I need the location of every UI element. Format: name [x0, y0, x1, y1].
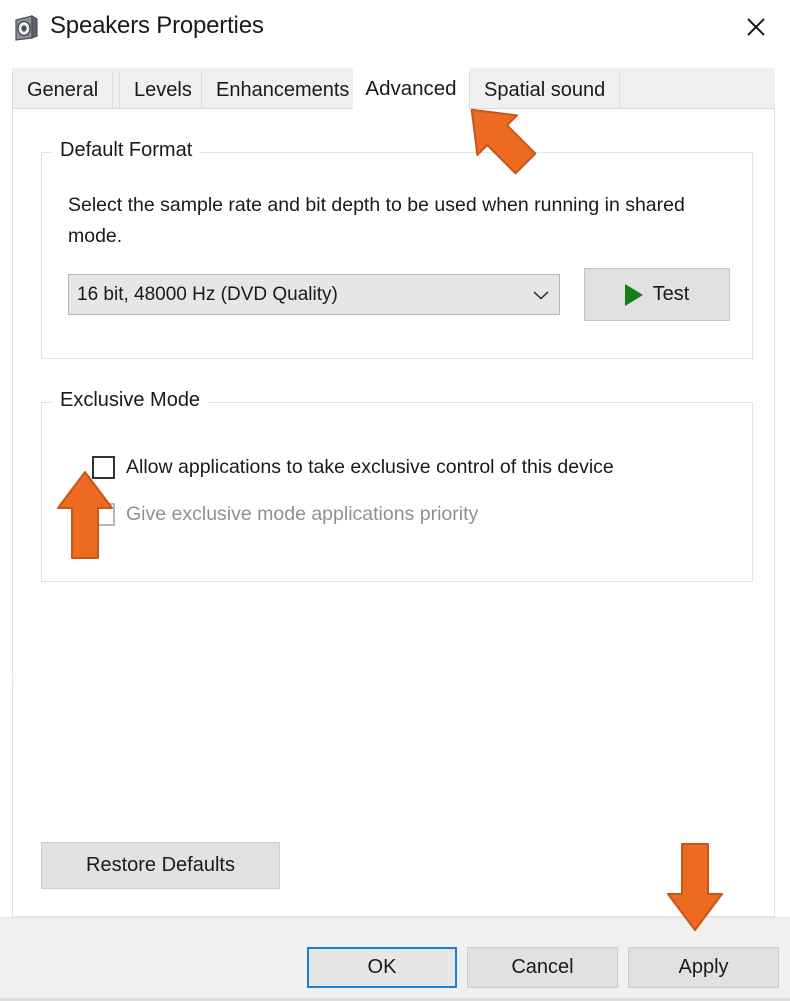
default-format-description: Select the sample rate and bit depth to …: [68, 194, 685, 247]
default-format-legend: Default Format: [52, 139, 201, 162]
exclusive-mode-group: Exclusive Mode Allow applications to tak…: [41, 389, 753, 582]
speaker-icon: [13, 14, 39, 42]
chevron-down-icon: [523, 289, 559, 301]
default-format-group: Default Format Select the sample rate an…: [41, 139, 753, 359]
test-button-label: Test: [652, 283, 690, 305]
ok-button[interactable]: OK: [307, 947, 457, 988]
tab-levels[interactable]: Levels: [119, 72, 207, 108]
tab-strip: General Levels Enhancements Advanced Spa…: [12, 68, 775, 109]
dialog-footer: OK Cancel Apply: [0, 917, 790, 1001]
tab-spatial-sound[interactable]: Spatial sound: [469, 72, 621, 108]
title-bar: Speakers Properties: [0, 0, 790, 56]
close-icon[interactable]: [730, 4, 782, 50]
tab-content-panel: Default Format Select the sample rate an…: [12, 107, 775, 917]
tab-advanced[interactable]: Advanced: [353, 68, 469, 109]
cancel-button[interactable]: Cancel: [467, 947, 618, 988]
sample-rate-combobox[interactable]: 16 bit, 48000 Hz (DVD Quality): [68, 274, 560, 315]
allow-exclusive-control-row[interactable]: Allow applications to take exclusive con…: [92, 456, 614, 479]
play-icon: [624, 283, 643, 306]
give-priority-label: Give exclusive mode applications priorit…: [126, 503, 479, 525]
give-priority-row: Give exclusive mode applications priorit…: [92, 503, 478, 526]
exclusive-mode-legend: Exclusive Mode: [52, 389, 209, 412]
allow-exclusive-control-label: Allow applications to take exclusive con…: [126, 456, 614, 478]
apply-button[interactable]: Apply: [628, 947, 779, 988]
allow-exclusive-control-checkbox[interactable]: [92, 456, 115, 479]
restore-defaults-button[interactable]: Restore Defaults: [41, 842, 280, 889]
give-priority-checkbox: [92, 503, 115, 526]
tab-general[interactable]: General: [12, 72, 114, 108]
window-title: Speakers Properties: [50, 12, 264, 39]
sample-rate-value: 16 bit, 48000 Hz (DVD Quality): [77, 283, 338, 305]
tab-enhancements[interactable]: Enhancements: [201, 72, 365, 108]
test-button[interactable]: Test: [584, 268, 730, 321]
